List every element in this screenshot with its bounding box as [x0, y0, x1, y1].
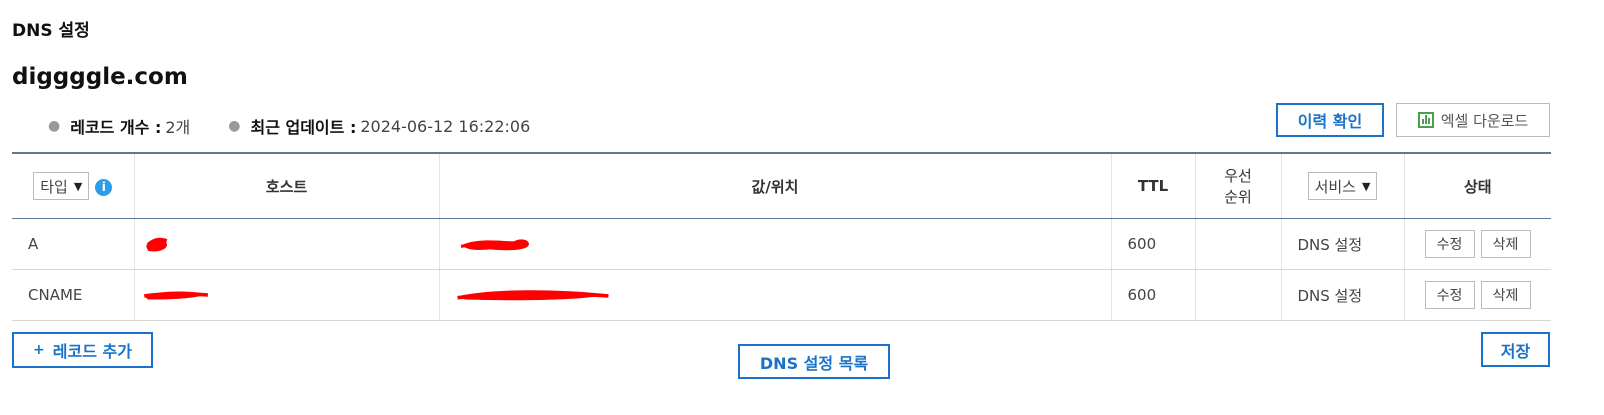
value-cell	[439, 218, 1112, 270]
table-header-row: 타입 ▼ i 호스트 값/위치 TTL 우선 순위 서비스 ▼ 상태	[12, 153, 1551, 219]
delete-button[interactable]: 삭제	[1480, 281, 1531, 309]
section-title: DNS 설정	[12, 21, 90, 41]
record-type-cell: CNAME	[12, 269, 135, 321]
service-filter-label: 서비스	[1314, 177, 1356, 196]
status-cell: 수정 삭제	[1404, 269, 1551, 321]
value-header: 값/위치	[439, 153, 1112, 219]
service-cell: DNS 설정	[1281, 269, 1405, 321]
edit-button[interactable]: 수정	[1424, 230, 1475, 258]
priority-header-line1: 우선	[1224, 167, 1252, 185]
add-record-button[interactable]: + 레코드 추가	[12, 332, 153, 368]
redacted-value	[460, 239, 529, 251]
last-update-value: 2024-06-12 16:22:06	[360, 116, 531, 136]
redacted-host	[145, 237, 167, 252]
save-button[interactable]: 저장	[1481, 332, 1550, 367]
ttl-cell: 600	[1111, 218, 1196, 270]
plus-icon: +	[33, 342, 45, 358]
redacted-host	[143, 291, 208, 300]
excel-download-label: 엑셀 다운로드	[1440, 111, 1529, 130]
delete-button[interactable]: 삭제	[1480, 230, 1531, 258]
info-icon[interactable]: i	[95, 178, 113, 196]
excel-chart-icon	[1417, 112, 1434, 128]
bullet-icon: ●	[228, 118, 241, 134]
type-filter-label: 타입	[40, 177, 68, 196]
dns-list-button[interactable]: DNS 설정 목록	[738, 344, 890, 379]
type-header: 타입 ▼ i	[12, 153, 135, 219]
record-count: ● 레코드 개수 : 2개	[48, 114, 190, 138]
edit-button[interactable]: 수정	[1424, 281, 1475, 309]
host-header: 호스트	[134, 153, 440, 219]
record-summary: ● 레코드 개수 : 2개 ● 최근 업데이트 : 2024-06-12 16:…	[48, 114, 568, 138]
table-row: A 600 DNS 설정 수정 삭제	[12, 218, 1551, 270]
ttl-header: TTL	[1111, 153, 1196, 219]
add-record-label: 레코드 추가	[52, 342, 132, 361]
chevron-down-icon: ▼	[1361, 179, 1371, 193]
type-filter-select[interactable]: 타입 ▼	[33, 172, 90, 200]
record-type-cell: A	[12, 218, 135, 270]
record-count-value: 2개	[165, 118, 191, 137]
bullet-icon: ●	[48, 118, 61, 134]
last-update: ● 최근 업데이트 : 2024-06-12 16:22:06	[228, 114, 530, 138]
last-update-label: 최근 업데이트 :	[250, 118, 357, 137]
service-cell: DNS 설정	[1281, 218, 1405, 270]
status-cell: 수정 삭제	[1404, 218, 1551, 270]
service-header: 서비스 ▼	[1281, 153, 1405, 219]
priority-cell	[1195, 218, 1282, 270]
chevron-down-icon: ▼	[73, 179, 83, 193]
record-count-label: 레코드 개수 :	[70, 118, 162, 137]
priority-cell	[1195, 269, 1282, 321]
host-cell	[134, 269, 440, 321]
service-filter-select[interactable]: 서비스 ▼	[1307, 172, 1378, 200]
host-cell	[134, 218, 440, 270]
dns-record-table: 타입 ▼ i 호스트 값/위치 TTL 우선 순위 서비스 ▼ 상태 A 600…	[12, 152, 1551, 321]
domain-name: diggggle.com	[12, 64, 188, 90]
priority-header-line2: 순위	[1224, 188, 1252, 206]
excel-download-button[interactable]: 엑셀 다운로드	[1396, 103, 1550, 137]
ttl-cell: 600	[1111, 269, 1196, 321]
history-button[interactable]: 이력 확인	[1276, 103, 1384, 137]
value-cell	[439, 269, 1112, 321]
status-header: 상태	[1404, 153, 1551, 219]
priority-header: 우선 순위	[1195, 153, 1282, 219]
redacted-value	[456, 290, 609, 301]
table-row: CNAME 600 DNS 설정 수정 삭제	[12, 269, 1551, 321]
